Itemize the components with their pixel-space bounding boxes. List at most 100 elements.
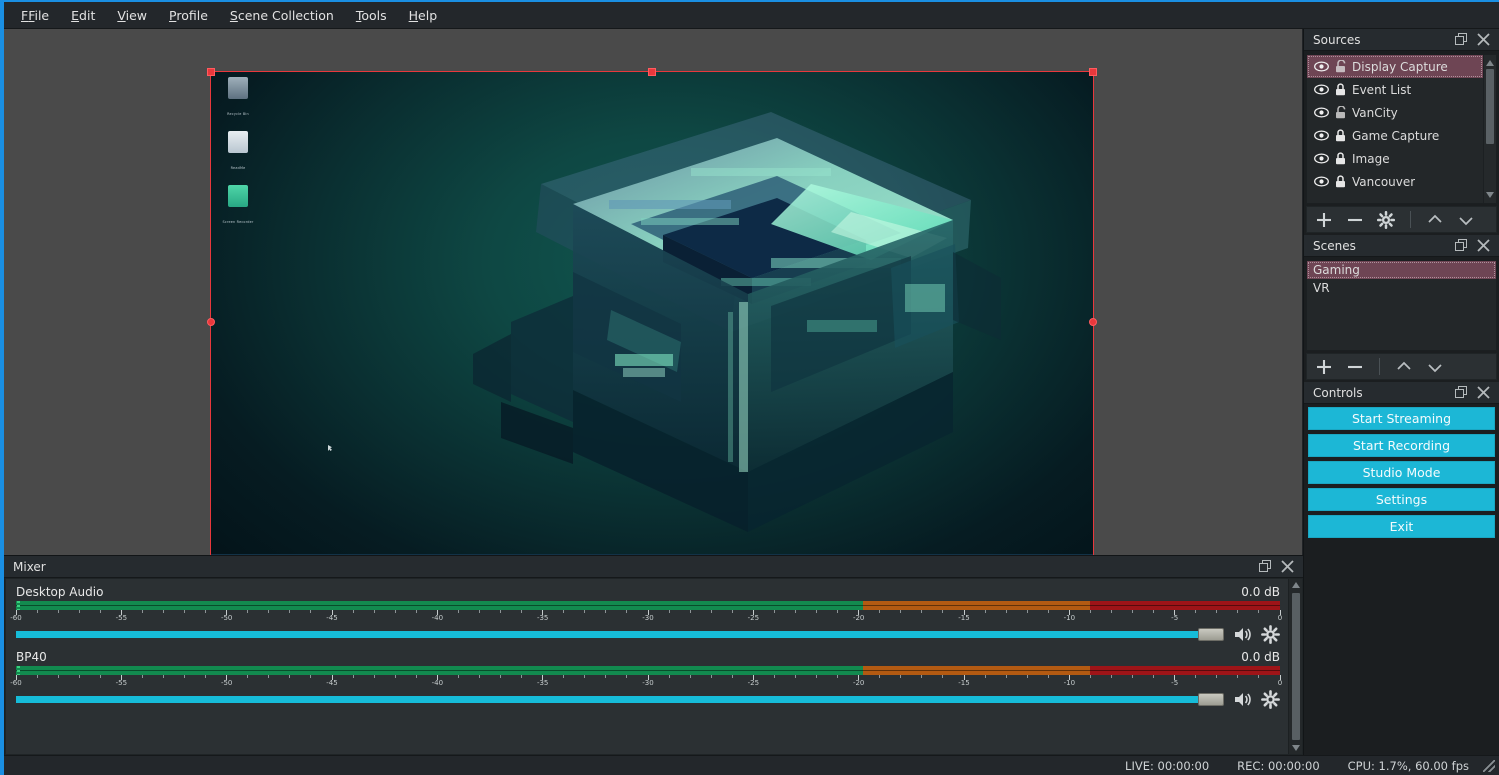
- lock-icon[interactable]: [1335, 152, 1346, 165]
- scroll-down-arrow-icon[interactable]: [1486, 192, 1494, 198]
- scale-tick-minor: [690, 610, 691, 613]
- add-scene-button[interactable]: [1315, 358, 1333, 376]
- close-icon[interactable]: [1477, 239, 1490, 252]
- mute-speaker-icon-bp40[interactable]: [1233, 690, 1252, 709]
- scale-tick-label: -50: [221, 679, 232, 687]
- menu-item-edit[interactable]: Edit: [60, 4, 106, 27]
- scene-label-gaming: Gaming: [1313, 263, 1360, 277]
- menu-item-help[interactable]: Help: [398, 4, 449, 27]
- start-streaming-button[interactable]: Start Streaming: [1308, 407, 1495, 430]
- menu-label-profile: rofile: [176, 8, 208, 23]
- move-scene-up-chevron-up-icon[interactable]: [1395, 358, 1413, 376]
- eye-icon[interactable]: [1314, 176, 1329, 187]
- unlock-icon[interactable]: [1335, 60, 1346, 73]
- float-icon[interactable]: [1455, 239, 1468, 252]
- sources-listbox[interactable]: Display Capture Event List: [1306, 54, 1497, 204]
- scale-tick-minor: [1195, 675, 1196, 678]
- scroll-down-arrow-icon[interactable]: [1292, 745, 1300, 751]
- remove-source-button[interactable]: [1346, 211, 1364, 229]
- lock-icon[interactable]: [1335, 83, 1346, 96]
- volume-slider-handle[interactable]: [1198, 628, 1224, 641]
- mute-speaker-icon-desktop-audio[interactable]: [1233, 625, 1252, 644]
- source-properties-gear-icon[interactable]: [1377, 211, 1395, 229]
- scale-tick-label: -60: [10, 614, 21, 622]
- menu-item-view[interactable]: View: [106, 4, 158, 27]
- scale-tick-minor: [900, 675, 901, 678]
- scale-tick-minor: [247, 675, 248, 678]
- resize-handle-right-middle[interactable]: [1089, 318, 1097, 326]
- resize-handle-top-center[interactable]: [648, 68, 656, 76]
- scroll-up-arrow-icon[interactable]: [1486, 60, 1494, 66]
- remove-scene-button[interactable]: [1346, 358, 1364, 376]
- move-source-down-chevron-down-icon[interactable]: [1457, 211, 1475, 229]
- scale-tick-minor: [1048, 610, 1049, 613]
- menu-item-scene-collection[interactable]: Scene Collection: [219, 4, 345, 27]
- eye-icon[interactable]: [1314, 84, 1329, 95]
- menu-mnemonic: E: [71, 8, 79, 23]
- scale-tick-minor: [37, 610, 38, 613]
- program-preview-canvas[interactable]: Recycle Bin ReadMe Screen Recorder: [211, 72, 1093, 555]
- lock-icon[interactable]: [1335, 129, 1346, 142]
- scale-tick-minor: [584, 610, 585, 613]
- scroll-up-arrow-icon[interactable]: [1292, 582, 1300, 588]
- eye-icon[interactable]: [1314, 61, 1329, 72]
- exit-button[interactable]: Exit: [1308, 515, 1495, 538]
- source-label-image: Image: [1352, 152, 1390, 166]
- settings-button[interactable]: Settings: [1308, 488, 1495, 511]
- start-recording-button[interactable]: Start Recording: [1308, 434, 1495, 457]
- source-row-vancouver[interactable]: Vancouver: [1307, 170, 1483, 193]
- studio-mode-button[interactable]: Studio Mode: [1308, 461, 1495, 484]
- lock-icon[interactable]: [1335, 175, 1346, 188]
- volume-slider-handle[interactable]: [1198, 693, 1224, 706]
- volume-slider-bp40[interactable]: [16, 696, 1224, 703]
- menu-item-file[interactable]: FFile: [10, 4, 60, 27]
- scale-tick-minor: [879, 610, 880, 613]
- source-row-display-capture[interactable]: Display Capture: [1307, 55, 1483, 78]
- scale-tick-minor: [353, 675, 354, 678]
- scale-tick-minor: [289, 610, 290, 613]
- resize-handle-top-right[interactable]: [1089, 68, 1097, 76]
- scale-tick-minor: [563, 675, 564, 678]
- move-scene-down-chevron-down-icon[interactable]: [1426, 358, 1444, 376]
- mixer-scrollbar[interactable]: [1288, 579, 1302, 754]
- scenes-list[interactable]: Gaming VR: [1306, 260, 1497, 351]
- track-settings-gear-icon-desktop-audio[interactable]: [1261, 625, 1280, 644]
- source-row-game-capture[interactable]: Game Capture: [1307, 124, 1483, 147]
- float-icon[interactable]: [1455, 33, 1468, 46]
- scale-tick-minor: [626, 675, 627, 678]
- source-row-image[interactable]: Image: [1307, 147, 1483, 170]
- menu-label-help: elp: [418, 8, 437, 23]
- close-icon[interactable]: [1281, 560, 1294, 573]
- move-source-up-chevron-up-icon[interactable]: [1426, 211, 1444, 229]
- scale-tick-label: -15: [958, 614, 969, 622]
- add-source-button[interactable]: [1315, 211, 1333, 229]
- mixer-track-list: Desktop Audio 0.0 dB -60-55-50-45-40-35-…: [6, 579, 1288, 754]
- close-icon[interactable]: [1477, 386, 1490, 399]
- resize-grip-icon[interactable]: [1483, 760, 1495, 772]
- resize-handle-top-left[interactable]: [207, 68, 215, 76]
- scale-tick-label: -10: [1064, 679, 1075, 687]
- eye-icon[interactable]: [1314, 107, 1329, 118]
- eye-icon[interactable]: [1314, 130, 1329, 141]
- close-icon[interactable]: [1477, 33, 1490, 46]
- scale-tick-minor: [184, 675, 185, 678]
- scrollbar-thumb[interactable]: [1292, 593, 1300, 740]
- eye-icon[interactable]: [1314, 153, 1329, 164]
- menu-item-profile[interactable]: Profile: [158, 4, 219, 27]
- source-row-vancity[interactable]: VanCity: [1307, 101, 1483, 124]
- scene-row-vr[interactable]: VR: [1307, 279, 1496, 297]
- source-row-event-list[interactable]: Event List: [1307, 78, 1483, 101]
- sources-scrollbar[interactable]: [1483, 55, 1496, 203]
- scale-tick-minor: [1216, 610, 1217, 613]
- scene-label-vr: VR: [1313, 281, 1330, 295]
- unlock-icon[interactable]: [1335, 106, 1346, 119]
- resize-handle-left-middle[interactable]: [207, 318, 215, 326]
- track-settings-gear-icon-bp40[interactable]: [1261, 690, 1280, 709]
- float-icon[interactable]: [1455, 386, 1468, 399]
- preview-area[interactable]: Recycle Bin ReadMe Screen Recorder: [4, 29, 1303, 555]
- scene-row-gaming[interactable]: Gaming: [1307, 261, 1496, 279]
- float-icon[interactable]: [1259, 560, 1272, 573]
- volume-slider-desktop-audio[interactable]: [16, 631, 1224, 638]
- menu-item-tools[interactable]: Tools: [345, 4, 398, 27]
- scrollbar-thumb[interactable]: [1486, 69, 1494, 144]
